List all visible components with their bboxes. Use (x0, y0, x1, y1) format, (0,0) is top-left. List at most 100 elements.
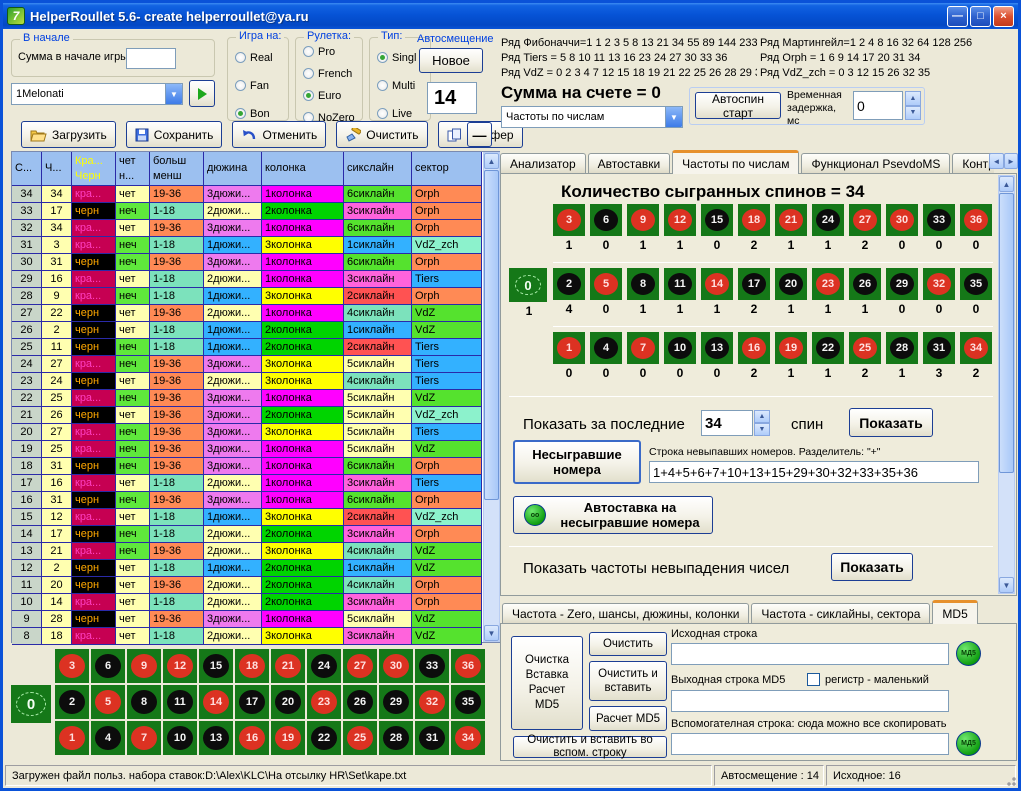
table-cell[interactable]: 1колонка (262, 611, 344, 628)
md5-source-input[interactable] (671, 643, 949, 665)
table-cell[interactable]: 31 (12, 237, 42, 254)
table-cell[interactable]: 1колонка (262, 458, 344, 475)
table-cell[interactable]: 1-18 (150, 237, 204, 254)
table-cell[interactable]: 14 (12, 526, 42, 543)
number-cell-19[interactable]: 19 (271, 721, 305, 755)
table-cell[interactable]: чет (116, 186, 150, 203)
table-cell[interactable]: 2колонка (262, 322, 344, 339)
tab-2[interactable]: Частоты по числам (672, 150, 799, 174)
number-cell-1[interactable]: 1 (553, 332, 585, 364)
minimize-button[interactable]: — (947, 6, 968, 27)
delay-spinner[interactable]: ▲ ▼ (905, 91, 921, 120)
table-cell[interactable]: 2колонка (262, 594, 344, 611)
radio-icon[interactable] (235, 80, 246, 91)
table-cell[interactable]: 2сиклайн (344, 339, 412, 356)
table-cell[interactable]: Orph (412, 186, 482, 203)
table-cell[interactable]: чет (116, 407, 150, 424)
table-cell[interactable]: 19-36 (150, 186, 204, 203)
table-cell[interactable]: 19-36 (150, 543, 204, 560)
table-cell[interactable]: 1-18 (150, 203, 204, 220)
table-cell[interactable]: 1колонка (262, 441, 344, 458)
tab-3[interactable]: Функционал PsevdoMS (801, 153, 950, 174)
table-cell[interactable]: 1-18 (150, 288, 204, 305)
number-cell-6[interactable]: 6 (91, 649, 125, 683)
table-cell[interactable]: чет (116, 560, 150, 577)
number-cell-9[interactable]: 9 (627, 204, 659, 236)
mode-combobox[interactable]: Частоты по числам ▼ (501, 106, 683, 128)
table-cell[interactable]: 13 (12, 543, 42, 560)
table-cell[interactable]: 4сиклайн (344, 373, 412, 390)
table-cell[interactable]: 11 (12, 577, 42, 594)
number-cell-8[interactable]: 8 (627, 268, 659, 300)
table-cell[interactable]: 1дюжи... (204, 509, 262, 526)
table-cell[interactable]: 31 (42, 458, 72, 475)
table-cell[interactable]: 31 (42, 254, 72, 271)
table-cell[interactable]: 2колонка (262, 560, 344, 577)
number-cell-34[interactable]: 34 (451, 721, 485, 755)
table-cell[interactable]: 1колонка (262, 254, 344, 271)
number-cell-18[interactable]: 18 (738, 204, 770, 236)
table-cell[interactable]: VdZ (412, 322, 482, 339)
table-cell[interactable]: 16 (12, 492, 42, 509)
table-cell[interactable]: VdZ (412, 611, 482, 628)
scroll-up-icon[interactable]: ▲ (484, 153, 499, 169)
register-checkbox[interactable] (807, 673, 820, 686)
table-cell[interactable]: 3дюжи... (204, 186, 262, 203)
table-cell[interactable]: чет (116, 373, 150, 390)
table-cell[interactable]: 25 (42, 390, 72, 407)
column-header[interactable]: Ч... (42, 152, 72, 186)
table-cell[interactable]: черн (72, 373, 116, 390)
table-cell[interactable]: 2сиклайн (344, 509, 412, 526)
scroll-up-icon[interactable]: ▲ (999, 176, 1014, 192)
table-cell[interactable]: 27 (42, 356, 72, 373)
number-cell-13[interactable]: 13 (199, 721, 233, 755)
table-cell[interactable]: 2дюжи... (204, 543, 262, 560)
number-cell-7[interactable]: 7 (627, 332, 659, 364)
number-cell-29[interactable]: 29 (886, 268, 918, 300)
autoshift-new-button[interactable]: Новое (419, 48, 483, 73)
table-cell[interactable]: 27 (12, 305, 42, 322)
zero-cell[interactable]: 0 (509, 268, 547, 302)
number-cell-33[interactable]: 33 (415, 649, 449, 683)
md5-calc-button[interactable]: Расчет MD5 (589, 706, 667, 731)
radio-icon[interactable] (377, 52, 388, 63)
table-cell[interactable]: черн (72, 203, 116, 220)
table-cell[interactable]: 6сиклайн (344, 458, 412, 475)
table-cell[interactable]: 4сиклайн (344, 577, 412, 594)
table-cell[interactable]: 16 (42, 271, 72, 288)
table-cell[interactable]: 24 (12, 356, 42, 373)
table-cell[interactable]: неч (116, 526, 150, 543)
table-cell[interactable]: черн (72, 492, 116, 509)
table-cell[interactable]: 2сиклайн (344, 288, 412, 305)
table-cell[interactable]: 2дюжи... (204, 628, 262, 645)
table-cell[interactable]: 3сиклайн (344, 526, 412, 543)
table-cell[interactable]: 3колонка (262, 543, 344, 560)
table-cell[interactable]: 4сиклайн (344, 305, 412, 322)
table-cell[interactable]: 3дюжи... (204, 407, 262, 424)
table-cell[interactable]: 19-36 (150, 356, 204, 373)
table-cell[interactable]: 1-18 (150, 560, 204, 577)
tabs-scroll-right-icon[interactable]: ► (1004, 153, 1018, 169)
nonplayed-numbers-button[interactable]: Несыгравшие номера (513, 440, 641, 484)
table-cell[interactable]: VdZ_zch (412, 509, 482, 526)
table-cell[interactable]: 2колонка (262, 203, 344, 220)
number-cell-25[interactable]: 25 (849, 332, 881, 364)
number-cell-3[interactable]: 3 (553, 204, 585, 236)
number-cell-3[interactable]: 3 (55, 649, 89, 683)
table-cell[interactable]: Tiers (412, 373, 482, 390)
table-cell[interactable]: 1колонка (262, 305, 344, 322)
table-cell[interactable]: 1-18 (150, 628, 204, 645)
table-cell[interactable]: 1дюжи... (204, 322, 262, 339)
number-cell-19[interactable]: 19 (775, 332, 807, 364)
number-cell-32[interactable]: 32 (923, 268, 955, 300)
table-cell[interactable]: 18 (42, 628, 72, 645)
tab-1[interactable]: Автоставки (588, 153, 671, 174)
table-cell[interactable]: Tiers (412, 424, 482, 441)
table-cell[interactable]: 3колонка (262, 509, 344, 526)
table-cell[interactable]: 27 (42, 424, 72, 441)
radio-option-fan[interactable]: Fan (235, 77, 288, 94)
table-cell[interactable]: 8 (12, 628, 42, 645)
number-cell-17[interactable]: 17 (738, 268, 770, 300)
md5-clear-button[interactable]: Очистить (589, 632, 667, 656)
table-cell[interactable]: 1колонка (262, 220, 344, 237)
